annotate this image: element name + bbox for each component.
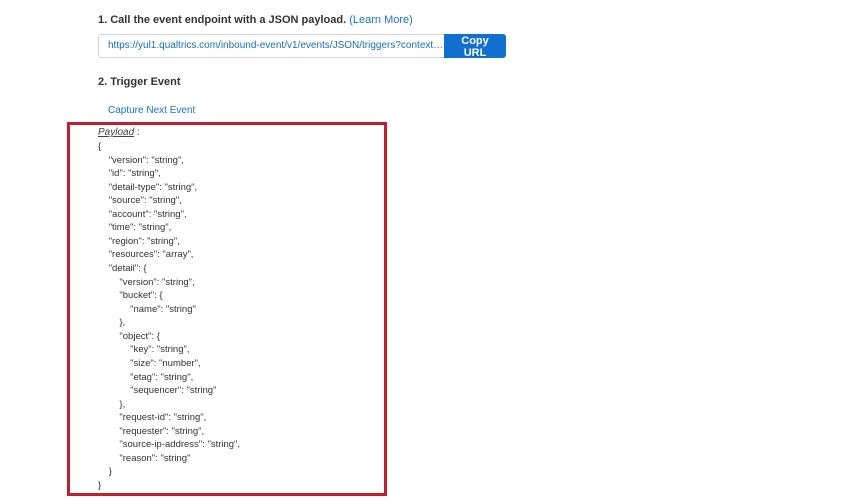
url-row: https://yul1.qualtrics.com/inbound-event…	[98, 34, 506, 59]
payload-code-line: "size": "number",	[130, 357, 201, 369]
payload-code-line: "detail-type": "string",	[108, 181, 198, 193]
payload-code-line: "source": "string",	[108, 195, 182, 207]
payload-code-line: }	[98, 480, 102, 491]
payload-code-line: "detail": {	[108, 263, 147, 275]
step-2-title: 2. Trigger Event	[98, 76, 181, 88]
payload-code-line: "etag": "string",	[130, 371, 194, 383]
payload-code-line: "object": {	[119, 330, 160, 342]
payload-code-line: "resources": "array",	[108, 249, 194, 261]
payload-code-line: "source-ip-address": "string",	[119, 439, 241, 451]
payload-code-line: "key": "string",	[130, 344, 190, 356]
payload-code-line: "requester": "string",	[119, 425, 205, 437]
payload-code-line: },	[119, 317, 126, 329]
payload-code-line: "bucket": {	[119, 290, 163, 302]
payload-label-text: Payload	[98, 127, 135, 138]
payload-code-line: "region": "string",	[108, 235, 180, 247]
learn-more-link[interactable]: (Learn More)	[349, 14, 413, 26]
step-1-heading: 1. Call the event endpoint with a JSON p…	[98, 14, 413, 26]
payload-code-line: "request-id": "string",	[119, 412, 207, 424]
payload-label: Payload :	[98, 127, 140, 138]
payload-code-line: "version": "string",	[108, 154, 184, 166]
capture-next-event-link[interactable]: Capture Next Event	[108, 105, 195, 116]
payload-code-line: "sequencer": "string"	[130, 385, 217, 397]
payload-code-line: "version": "string",	[119, 276, 195, 288]
payload-label-separator: :	[134, 127, 140, 138]
payload-code-line: "time": "string",	[108, 222, 172, 234]
payload-code-line: "id": "string",	[108, 168, 161, 180]
payload-code-line: {	[98, 141, 102, 152]
step-1-title: 1. Call the event endpoint with a JSON p…	[98, 14, 347, 26]
copy-url-button[interactable]: Copy URL	[444, 34, 506, 59]
payload-code-line: "account": "string",	[108, 208, 187, 220]
endpoint-url-field[interactable]: https://yul1.qualtrics.com/inbound-event…	[98, 34, 444, 58]
payload-code-line: },	[119, 398, 126, 410]
payload-code-line: }	[108, 466, 112, 478]
payload-code-line: "reason": "string"	[119, 452, 191, 464]
payload-code-line: "name": "string"	[130, 303, 196, 315]
